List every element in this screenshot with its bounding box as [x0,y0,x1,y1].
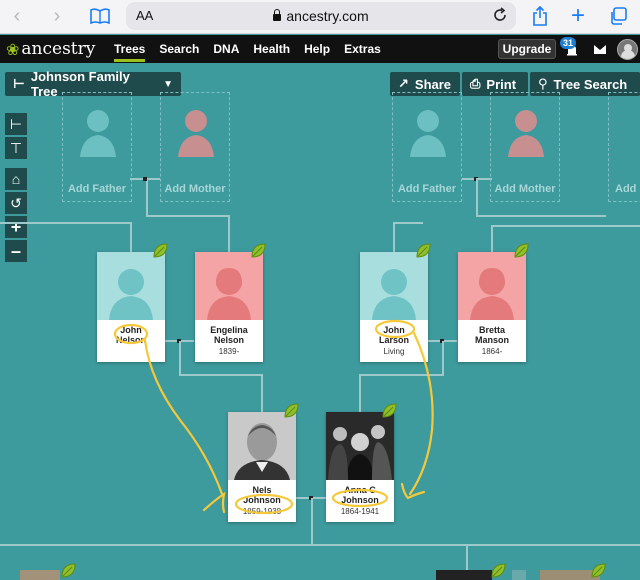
handwritten-annotations [113,319,434,515]
